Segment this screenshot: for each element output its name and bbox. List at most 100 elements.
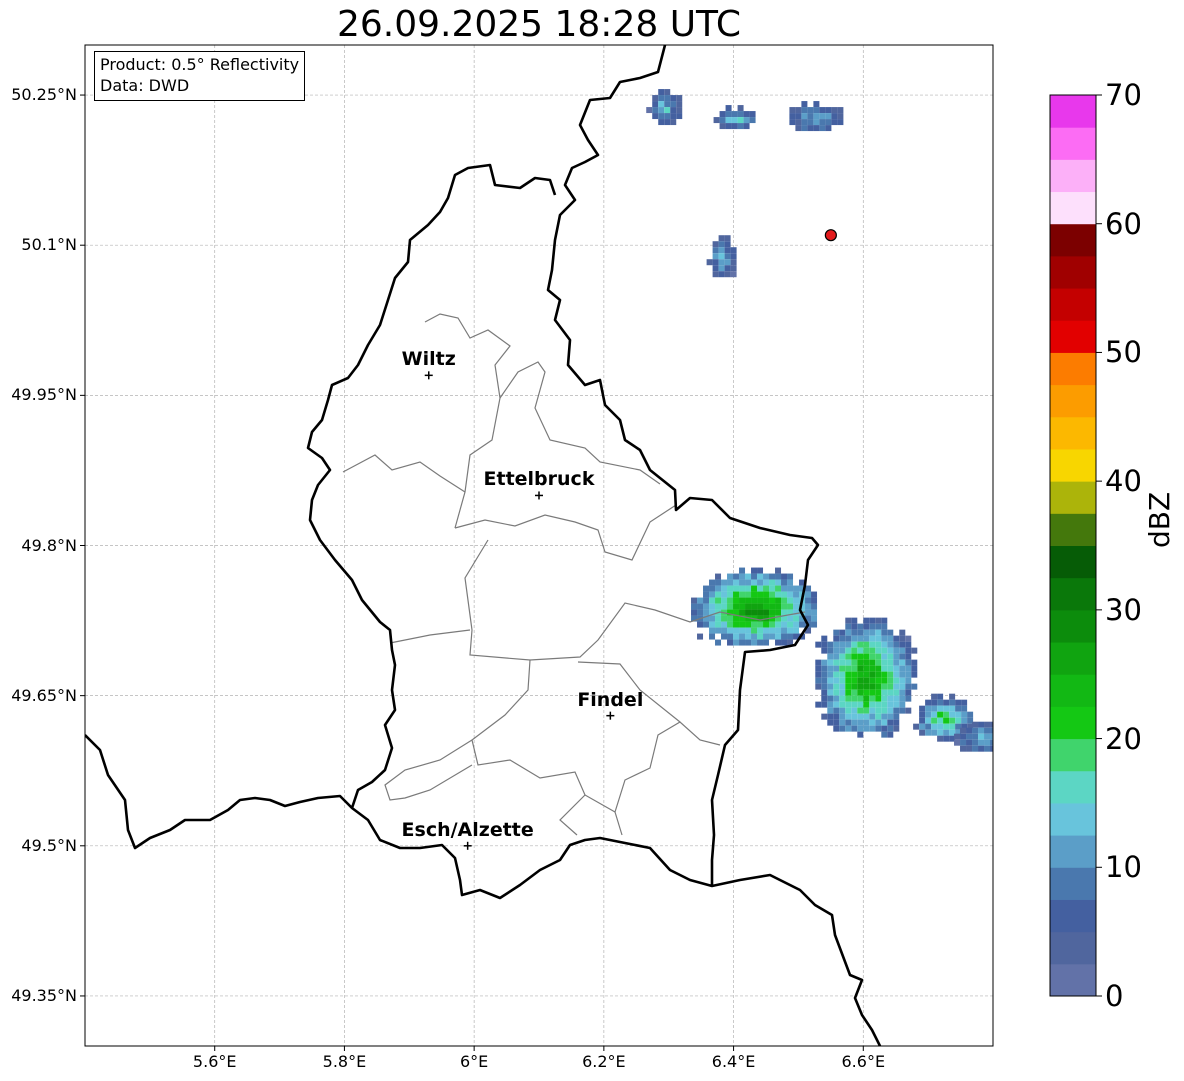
echo-pixel	[839, 635, 846, 642]
echo-pixel	[887, 647, 894, 654]
echo-pixel	[721, 603, 728, 610]
echo-pixel	[811, 597, 818, 604]
echo-pixel	[851, 707, 858, 714]
echo-pixel	[727, 597, 734, 604]
echo-pixel	[664, 107, 671, 114]
canton-boundaries	[454, 504, 677, 561]
echo-pixel	[833, 725, 840, 732]
echo-pixel	[781, 609, 788, 616]
echo-pixel	[733, 573, 740, 580]
echo-pixel	[857, 689, 864, 696]
echo-pixel	[851, 701, 858, 708]
echo-pixel	[763, 621, 770, 628]
echo-pixel	[709, 603, 716, 610]
colorbar-swatch	[1050, 320, 1096, 353]
echo-pixel	[821, 677, 828, 684]
echo-pixel	[955, 717, 962, 724]
echo-pixel	[664, 89, 671, 96]
echo-pixel	[905, 695, 912, 702]
echo-pixel	[851, 653, 858, 660]
echo-pixel	[775, 573, 782, 580]
echo-pixel	[787, 591, 794, 598]
echo-pixel	[839, 719, 846, 726]
echo-pixel	[839, 671, 846, 678]
echo-pixel	[839, 683, 846, 690]
station-marker[interactable]	[824, 229, 837, 242]
echo-pixel	[799, 621, 806, 628]
echo-pixel	[745, 627, 752, 634]
echo-pixel	[911, 671, 918, 678]
echo-pixel	[978, 733, 985, 740]
echo-pixel	[724, 259, 731, 266]
echo-pixel	[869, 701, 876, 708]
echo-pixel	[881, 677, 888, 684]
echo-pixel	[839, 695, 846, 702]
echo-pixel	[984, 739, 991, 746]
echo-pixel	[887, 695, 894, 702]
echo-pixel	[845, 629, 852, 636]
echo-pixel	[715, 603, 722, 610]
echo-pixel	[931, 723, 938, 730]
echo-pixel	[769, 627, 776, 634]
colorbar-tick-label: 0	[1105, 979, 1124, 1013]
echo-pixel	[730, 253, 737, 260]
echo-pixel	[737, 117, 744, 124]
echo-pixel	[869, 671, 876, 678]
echo-pixel	[978, 727, 985, 734]
echo-pixel	[676, 101, 683, 108]
echo-pixel	[881, 671, 888, 678]
echo-pixel	[851, 623, 858, 630]
radar-map[interactable]	[0, 0, 1184, 1081]
echo-pixel	[919, 711, 926, 718]
echo-pixel	[724, 271, 731, 278]
echo-pixel	[757, 567, 764, 574]
echo-pixel	[751, 621, 758, 628]
echo-pixel	[775, 609, 782, 616]
echo-pixel	[863, 629, 870, 636]
echo-pixel	[739, 627, 746, 634]
lat-tick-label: 49.95°N	[11, 385, 77, 405]
echo-pixel	[781, 591, 788, 598]
echo-pixel	[887, 725, 894, 732]
echo-pixel	[739, 585, 746, 592]
echo-pixel	[795, 125, 802, 132]
echo-pixel	[972, 745, 979, 752]
echo-pixel	[763, 609, 770, 616]
echo-pixel	[887, 719, 894, 726]
echo-pixel	[745, 585, 752, 592]
echo-pixel	[795, 113, 802, 120]
echo-pixel	[827, 713, 834, 720]
echo-pixel	[869, 641, 876, 648]
echo-pixel	[709, 633, 716, 640]
echo-pixel	[769, 591, 776, 598]
echo-pixel	[845, 671, 852, 678]
colorbar-tick-label: 20	[1105, 721, 1142, 756]
echo-pixel	[787, 579, 794, 586]
echo-pixel	[745, 573, 752, 580]
echo-pixel	[881, 659, 888, 666]
echo-pixel	[733, 615, 740, 622]
echo-pixel	[827, 701, 834, 708]
echo-pixel	[712, 241, 719, 248]
echo-pixel	[745, 609, 752, 616]
echo-pixel	[893, 683, 900, 690]
lon-tick-label: 6.2°E	[582, 1052, 626, 1071]
echo-pixel	[730, 271, 737, 278]
echo-pixel	[821, 635, 828, 642]
echo-pixel	[733, 633, 740, 640]
echo-pixel	[718, 271, 725, 278]
echo-pixel	[691, 603, 698, 610]
echo-pixel	[857, 719, 864, 726]
echo-pixel	[709, 585, 716, 592]
canton-boundaries	[424, 313, 511, 529]
echo-pixel	[801, 119, 808, 126]
city-markers	[424, 371, 615, 850]
echo-pixel	[869, 647, 876, 654]
echo-pixel	[863, 713, 870, 720]
echo-pixel	[937, 699, 944, 706]
echo-pixel	[845, 695, 852, 702]
echo-pixel	[893, 653, 900, 660]
colorbar-swatch	[1050, 513, 1096, 546]
echo-pixel	[733, 591, 740, 598]
echo-pixel	[793, 621, 800, 628]
